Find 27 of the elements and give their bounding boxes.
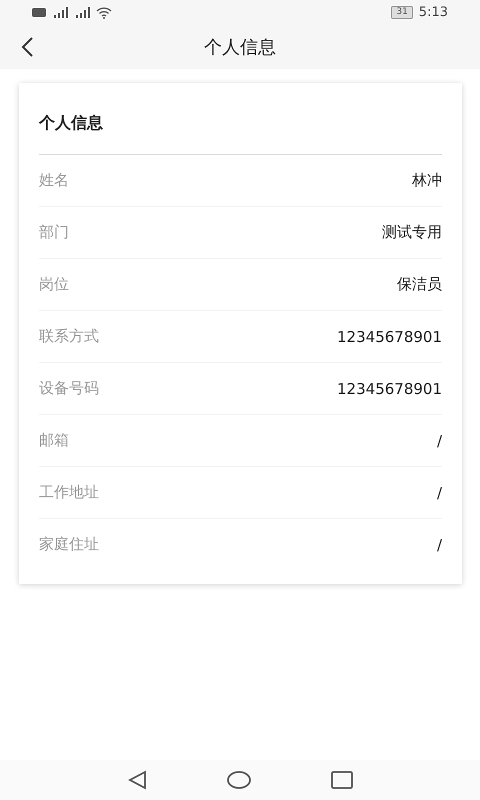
field-value: /	[436, 536, 442, 554]
field-value: 保洁员	[397, 275, 442, 294]
field-value: 12345678901	[337, 328, 442, 346]
field-value: /	[436, 484, 442, 502]
field-label: 姓名	[39, 171, 70, 190]
signal-icon	[74, 7, 90, 18]
field-label: 家庭住址	[39, 535, 100, 554]
field-label: 部门	[39, 223, 70, 242]
back-icon[interactable]	[20, 37, 34, 57]
wifi-icon	[96, 6, 112, 18]
status-time: 5:13	[418, 5, 448, 20]
signal-icon	[52, 7, 68, 18]
field-label: 岗位	[39, 275, 70, 294]
field-value: 测试专用	[382, 223, 442, 242]
battery-icon: 31	[391, 6, 413, 19]
field-value: 林冲	[412, 171, 442, 190]
field-value: /	[436, 432, 442, 450]
field-value: 12345678901	[337, 380, 442, 398]
field-label: 邮箱	[39, 431, 70, 450]
field-label: 联系方式	[39, 327, 100, 346]
card-title: 个人信息	[39, 83, 442, 155]
page-title: 个人信息	[204, 36, 276, 59]
recents-icon[interactable]	[331, 771, 353, 789]
back-icon[interactable]	[127, 770, 147, 790]
field-label: 设备号码	[39, 379, 100, 398]
field-label: 工作地址	[39, 483, 100, 502]
home-icon[interactable]	[227, 771, 251, 789]
